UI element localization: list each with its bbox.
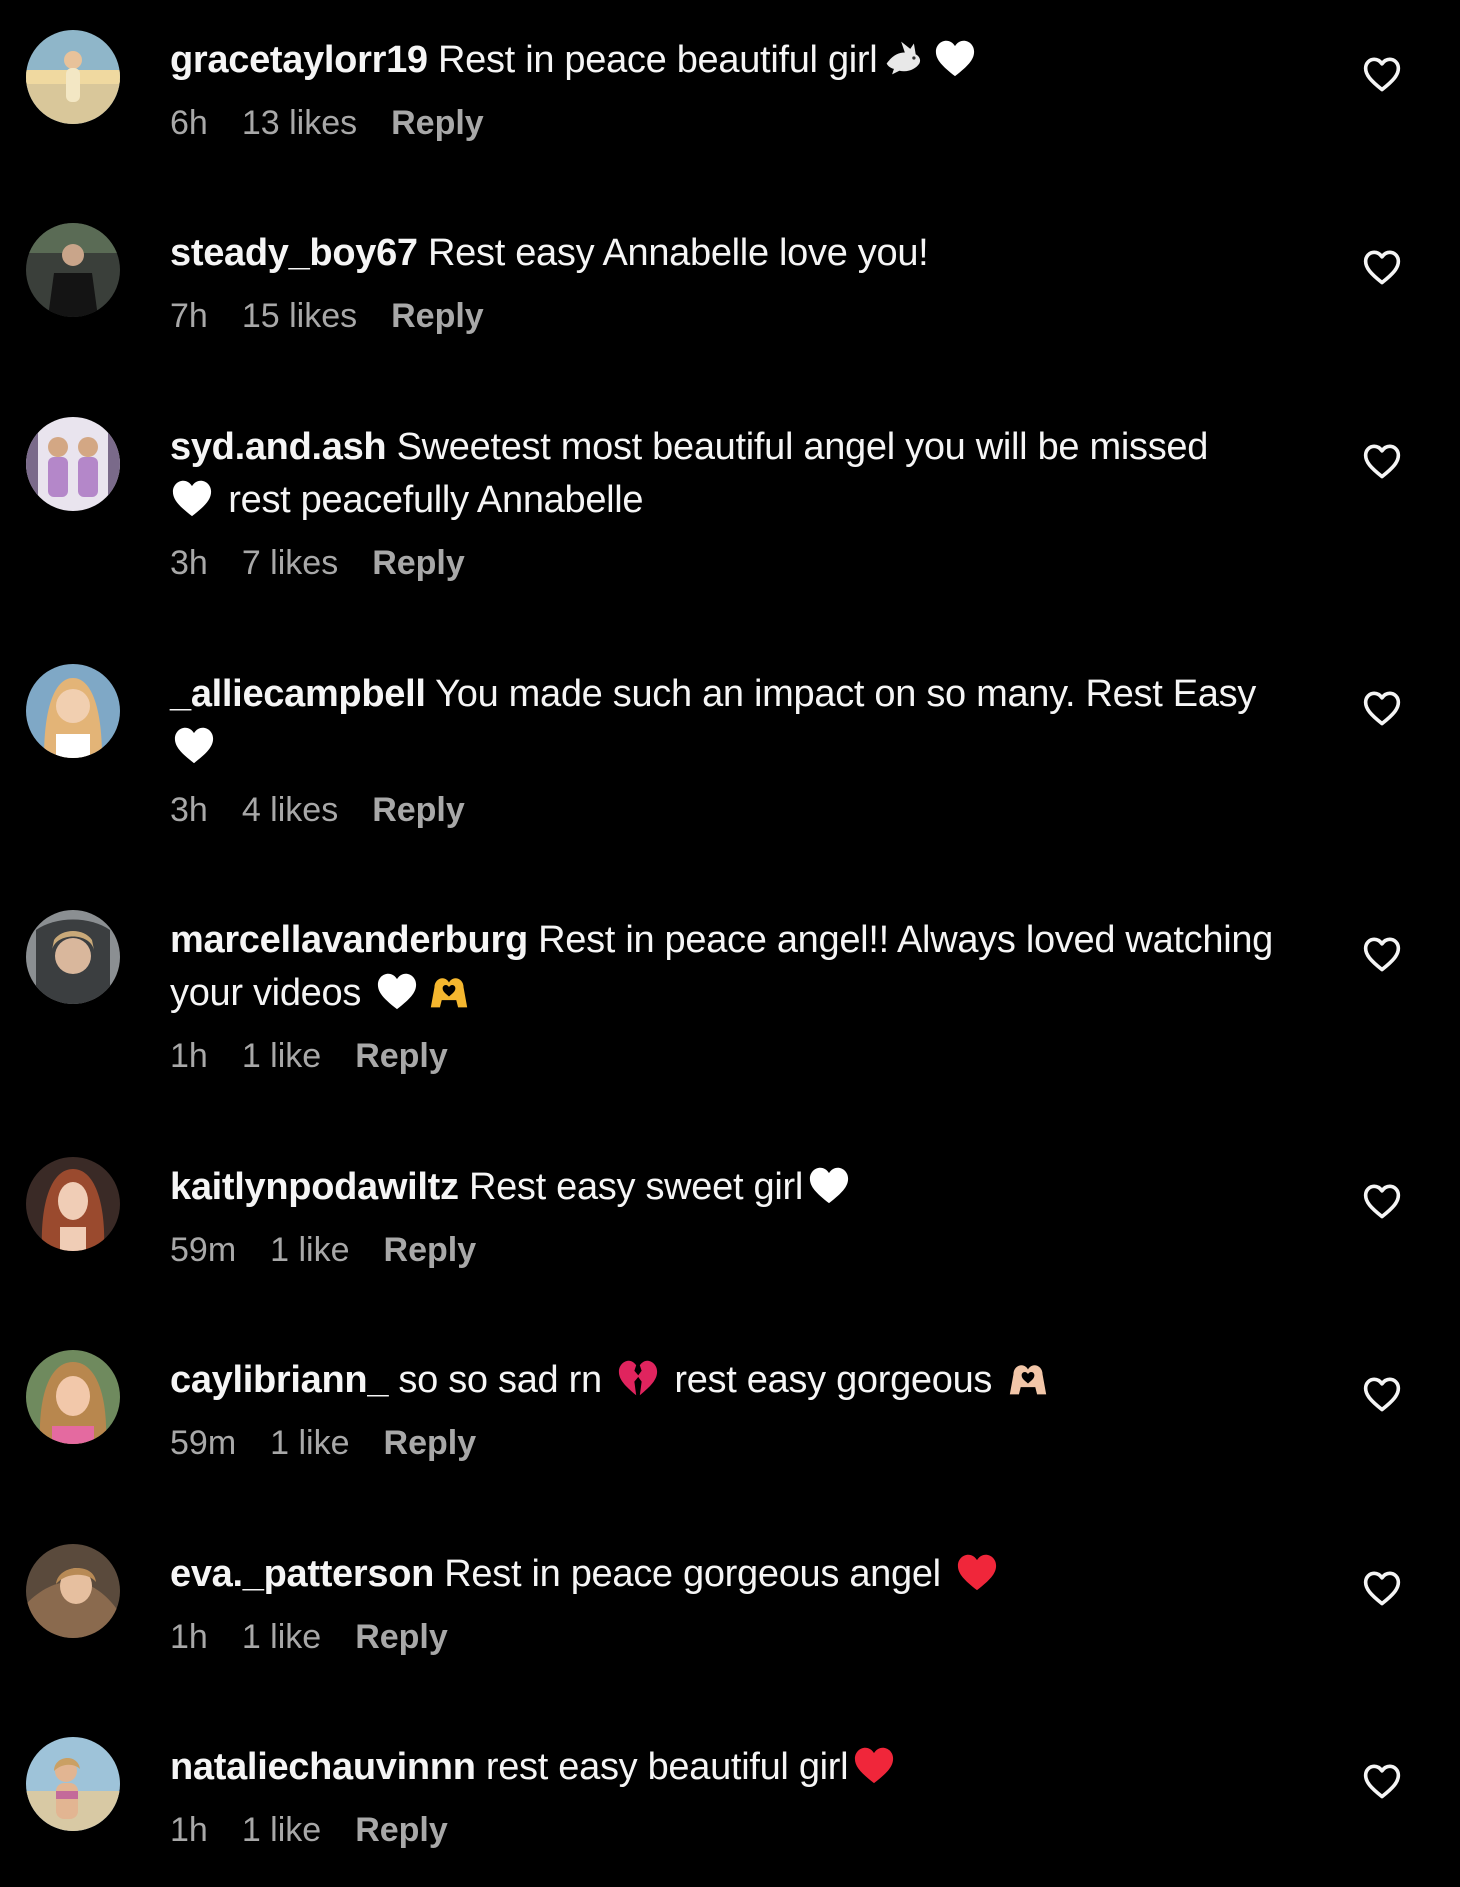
comment-time: 1h (170, 1037, 208, 1075)
comment-username[interactable]: gracetaylorr19 (170, 39, 428, 81)
comment-username[interactable]: nataliechauvinnn (170, 1746, 476, 1788)
comment-time: 59m (170, 1231, 237, 1269)
comment-body: so so sad rn (388, 1359, 602, 1401)
dove-emoji-icon (881, 38, 925, 78)
like-heart-icon[interactable] (1362, 1376, 1402, 1412)
reply-button[interactable]: Reply (391, 103, 484, 143)
reply-button[interactable]: Reply (384, 1423, 477, 1463)
comment-text: caylibriann_ so so sad rn rest easy gorg… (170, 1354, 1330, 1407)
comment-meta: 3h 4 likes Reply (170, 790, 1330, 830)
avatar[interactable] (26, 1350, 120, 1444)
avatar[interactable] (26, 30, 120, 124)
comment-username[interactable]: _alliecampbell (170, 673, 426, 715)
reply-button[interactable]: Reply (372, 543, 465, 583)
comment-meta: 3h 7 likes Reply (170, 543, 1330, 583)
like-heart-icon[interactable] (1362, 690, 1402, 726)
red-heart-emoji-icon (955, 1552, 999, 1592)
avatar[interactable] (26, 1737, 120, 1831)
comment-body: Rest in peace gorgeous angel (434, 1553, 941, 1595)
comment-text: nataliechauvinnn rest easy beautiful gir… (170, 1741, 1330, 1794)
comment-meta: 1h 1 like Reply (170, 1036, 1330, 1076)
avatar[interactable] (26, 417, 120, 511)
reply-button[interactable]: Reply (384, 1230, 477, 1270)
like-heart-icon[interactable] (1362, 1570, 1402, 1606)
avatar[interactable] (26, 1544, 120, 1638)
comment-text: gracetaylorr19 Rest in peace beautiful g… (170, 34, 1330, 87)
red-heart-emoji-icon (852, 1745, 896, 1785)
broken-heart-emoji-icon (616, 1358, 660, 1398)
comment-likes-count[interactable]: 1 like (242, 1036, 321, 1076)
comment-likes-count[interactable]: 13 likes (242, 103, 357, 143)
comment-body-continued: rest peacefully Annabelle (218, 479, 644, 521)
avatar[interactable] (26, 910, 120, 1004)
comment-text: steady_boy67 Rest easy Annabelle love yo… (170, 227, 1330, 280)
comment-time: 7h (170, 297, 208, 335)
white-heart-emoji-icon (170, 478, 214, 518)
comment-body: Rest easy sweet girl (458, 1166, 803, 1208)
comment-meta: 1h 1 like Reply (170, 1617, 1330, 1657)
comment-body: Sweetest most beautiful angel you will b… (386, 426, 1209, 468)
like-heart-icon[interactable] (1362, 443, 1402, 479)
comment-username[interactable]: syd.and.ash (170, 426, 387, 468)
white-heart-emoji-icon (172, 725, 216, 765)
comment-username[interactable]: eva._patterson (170, 1553, 434, 1595)
like-heart-icon[interactable] (1362, 1183, 1402, 1219)
reply-button[interactable]: Reply (391, 296, 484, 336)
comment-likes-count[interactable]: 1 like (270, 1423, 349, 1463)
comment-likes-count[interactable]: 15 likes (242, 296, 357, 336)
white-heart-emoji-icon (933, 38, 977, 78)
white-heart-emoji-icon (807, 1165, 851, 1205)
comment-username[interactable]: kaitlynpodawiltz (170, 1166, 459, 1208)
reply-button[interactable]: Reply (355, 1810, 448, 1850)
comment-username[interactable]: steady_boy67 (170, 232, 418, 274)
heart-hands-emoji-icon (427, 971, 471, 1011)
like-heart-icon[interactable] (1362, 936, 1402, 972)
comment-meta: 6h 13 likes Reply (170, 103, 1330, 143)
comment-body: Rest in peace beautiful girl (427, 39, 878, 81)
comment-likes-count[interactable]: 1 like (242, 1810, 321, 1850)
comment-time: 59m (170, 1424, 237, 1462)
avatar[interactable] (26, 223, 120, 317)
comment-time: 3h (170, 544, 208, 582)
like-heart-icon[interactable] (1362, 56, 1402, 92)
comment-text: kaitlynpodawiltz Rest easy sweet girl (170, 1161, 1330, 1214)
like-heart-icon[interactable] (1362, 249, 1402, 285)
comment-body: You made such an impact on so many. Rest… (425, 673, 1257, 715)
comment-text: marcellavanderburg Rest in peace angel!!… (170, 914, 1330, 1020)
comment-meta: 59m 1 like Reply (170, 1423, 1330, 1463)
comment-likes-count[interactable]: 7 likes (242, 543, 338, 583)
avatar[interactable] (26, 1157, 120, 1251)
comment-body: Rest easy Annabelle love you! (417, 232, 929, 274)
comment-meta: 7h 15 likes Reply (170, 296, 1330, 336)
comment-time: 3h (170, 791, 208, 829)
comment-likes-count[interactable]: 1 like (270, 1230, 349, 1270)
comment-username[interactable]: caylibriann_ (170, 1359, 388, 1401)
comment-username[interactable]: marcellavanderburg (170, 919, 528, 961)
reply-button[interactable]: Reply (355, 1036, 448, 1076)
comment-body: rest easy beautiful girl (475, 1746, 849, 1788)
comment-text: _alliecampbell You made such an impact o… (170, 668, 1330, 774)
avatar[interactable] (26, 664, 120, 758)
comment-text: syd.and.ash Sweetest most beautiful ange… (170, 421, 1330, 527)
comment-meta: 1h 1 like Reply (170, 1810, 1330, 1850)
comment-time: 1h (170, 1618, 208, 1656)
comment-meta: 59m 1 like Reply (170, 1230, 1330, 1270)
reply-button[interactable]: Reply (372, 790, 465, 830)
white-heart-emoji-icon (375, 971, 419, 1011)
comment-likes-count[interactable]: 1 like (242, 1617, 321, 1657)
comment-time: 6h (170, 104, 208, 142)
comment-text: eva._patterson Rest in peace gorgeous an… (170, 1548, 1330, 1601)
like-heart-icon[interactable] (1362, 1763, 1402, 1799)
comment-body-continued: rest easy gorgeous (664, 1359, 993, 1401)
comment-likes-count[interactable]: 4 likes (242, 790, 338, 830)
comment-time: 1h (170, 1811, 208, 1849)
reply-button[interactable]: Reply (355, 1617, 448, 1657)
heart-hands-emoji-icon (1006, 1358, 1050, 1398)
